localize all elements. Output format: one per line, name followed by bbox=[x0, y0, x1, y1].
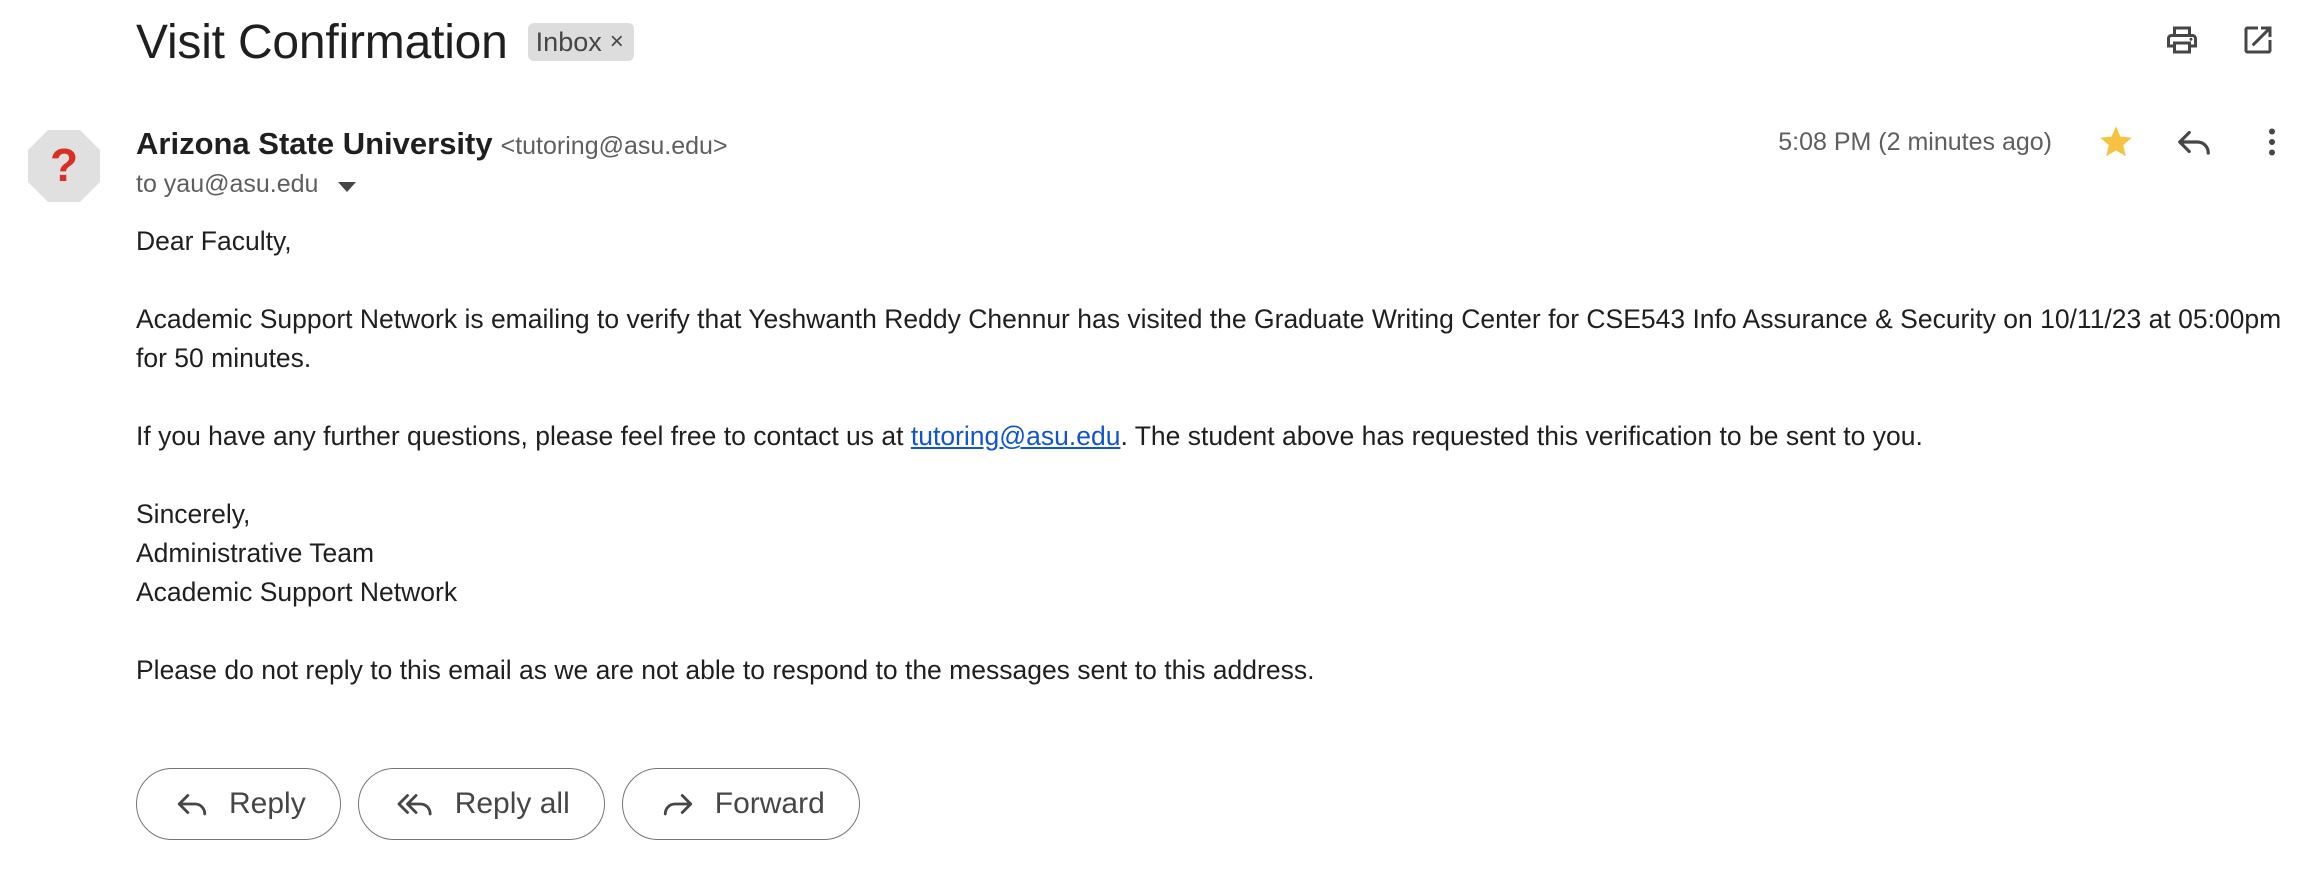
sender-email[interactable]: <tutoring@asu.edu> bbox=[501, 132, 728, 161]
reply-all-button-label: Reply all bbox=[454, 787, 570, 820]
body-paragraph-2: If you have any further questions, pleas… bbox=[136, 417, 2286, 456]
inbox-label-chip[interactable]: Inbox × bbox=[527, 23, 634, 61]
forward-button[interactable]: Forward bbox=[621, 768, 860, 840]
contact-email-link[interactable]: tutoring@asu.edu bbox=[911, 421, 1121, 451]
label-chip-text: Inbox bbox=[535, 26, 602, 57]
show-details-caret-icon[interactable] bbox=[338, 181, 357, 192]
message-actions: Reply Reply all Forward bbox=[136, 768, 860, 840]
greeting: Dear Faculty, bbox=[136, 226, 292, 256]
paragraph-2-text-after: . The student above has requested this v… bbox=[1120, 421, 1923, 451]
message-body: Dear Faculty, Academic Support Network i… bbox=[136, 222, 2286, 729]
recipient-text: to yau@asu.edu bbox=[136, 170, 319, 198]
thread-toolbar bbox=[2162, 20, 2278, 60]
remove-label-button[interactable]: × bbox=[610, 30, 624, 54]
avatar-glyph: ? bbox=[50, 139, 78, 191]
signature-org: Academic Support Network bbox=[136, 577, 458, 607]
sender-avatar[interactable]: ? bbox=[26, 128, 102, 204]
reply-button[interactable]: Reply bbox=[136, 768, 341, 840]
star-button[interactable] bbox=[2096, 122, 2136, 162]
paragraph-2-text-before: If you have any further questions, pleas… bbox=[136, 421, 911, 451]
sender-line: Arizona State University <tutoring@asu.e… bbox=[136, 126, 728, 162]
reply-all-icon bbox=[397, 787, 435, 821]
forward-icon bbox=[661, 787, 695, 821]
forward-button-label: Forward bbox=[714, 787, 825, 820]
star-icon bbox=[2097, 123, 2135, 161]
open-in-new-icon bbox=[2240, 22, 2276, 58]
no-reply-footer: Please do not reply to this email as we … bbox=[136, 655, 1315, 685]
sender-name[interactable]: Arizona State University bbox=[136, 126, 493, 162]
reply-icon bbox=[2175, 123, 2213, 161]
more-vert-icon bbox=[2254, 124, 2290, 160]
avatar-octagon-icon: ? bbox=[28, 130, 100, 202]
reply-icon bbox=[175, 787, 209, 821]
print-all-button[interactable] bbox=[2162, 20, 2202, 60]
print-icon bbox=[2164, 22, 2200, 58]
signature-sign-off: Sincerely, bbox=[136, 499, 251, 529]
body-paragraph-1: Academic Support Network is emailing to … bbox=[136, 304, 2282, 373]
subject-row: Visit Confirmation Inbox × bbox=[136, 8, 634, 76]
open-new-window-button[interactable] bbox=[2238, 20, 2278, 60]
recipient-line: to yau@asu.edu bbox=[136, 170, 357, 199]
more-options-button[interactable] bbox=[2252, 122, 2292, 162]
signature-team: Administrative Team bbox=[136, 538, 375, 568]
signature: Sincerely, Administrative Team Academic … bbox=[136, 495, 2286, 612]
reply-icon-button[interactable] bbox=[2174, 122, 2214, 162]
reply-button-label: Reply bbox=[229, 787, 306, 820]
email-subject: Visit Confirmation bbox=[136, 15, 508, 69]
reply-all-button[interactable]: Reply all bbox=[357, 768, 605, 840]
message-timestamp: 5:08 PM (2 minutes ago) bbox=[1778, 127, 2052, 156]
message-meta: 5:08 PM (2 minutes ago) bbox=[1778, 122, 2292, 162]
